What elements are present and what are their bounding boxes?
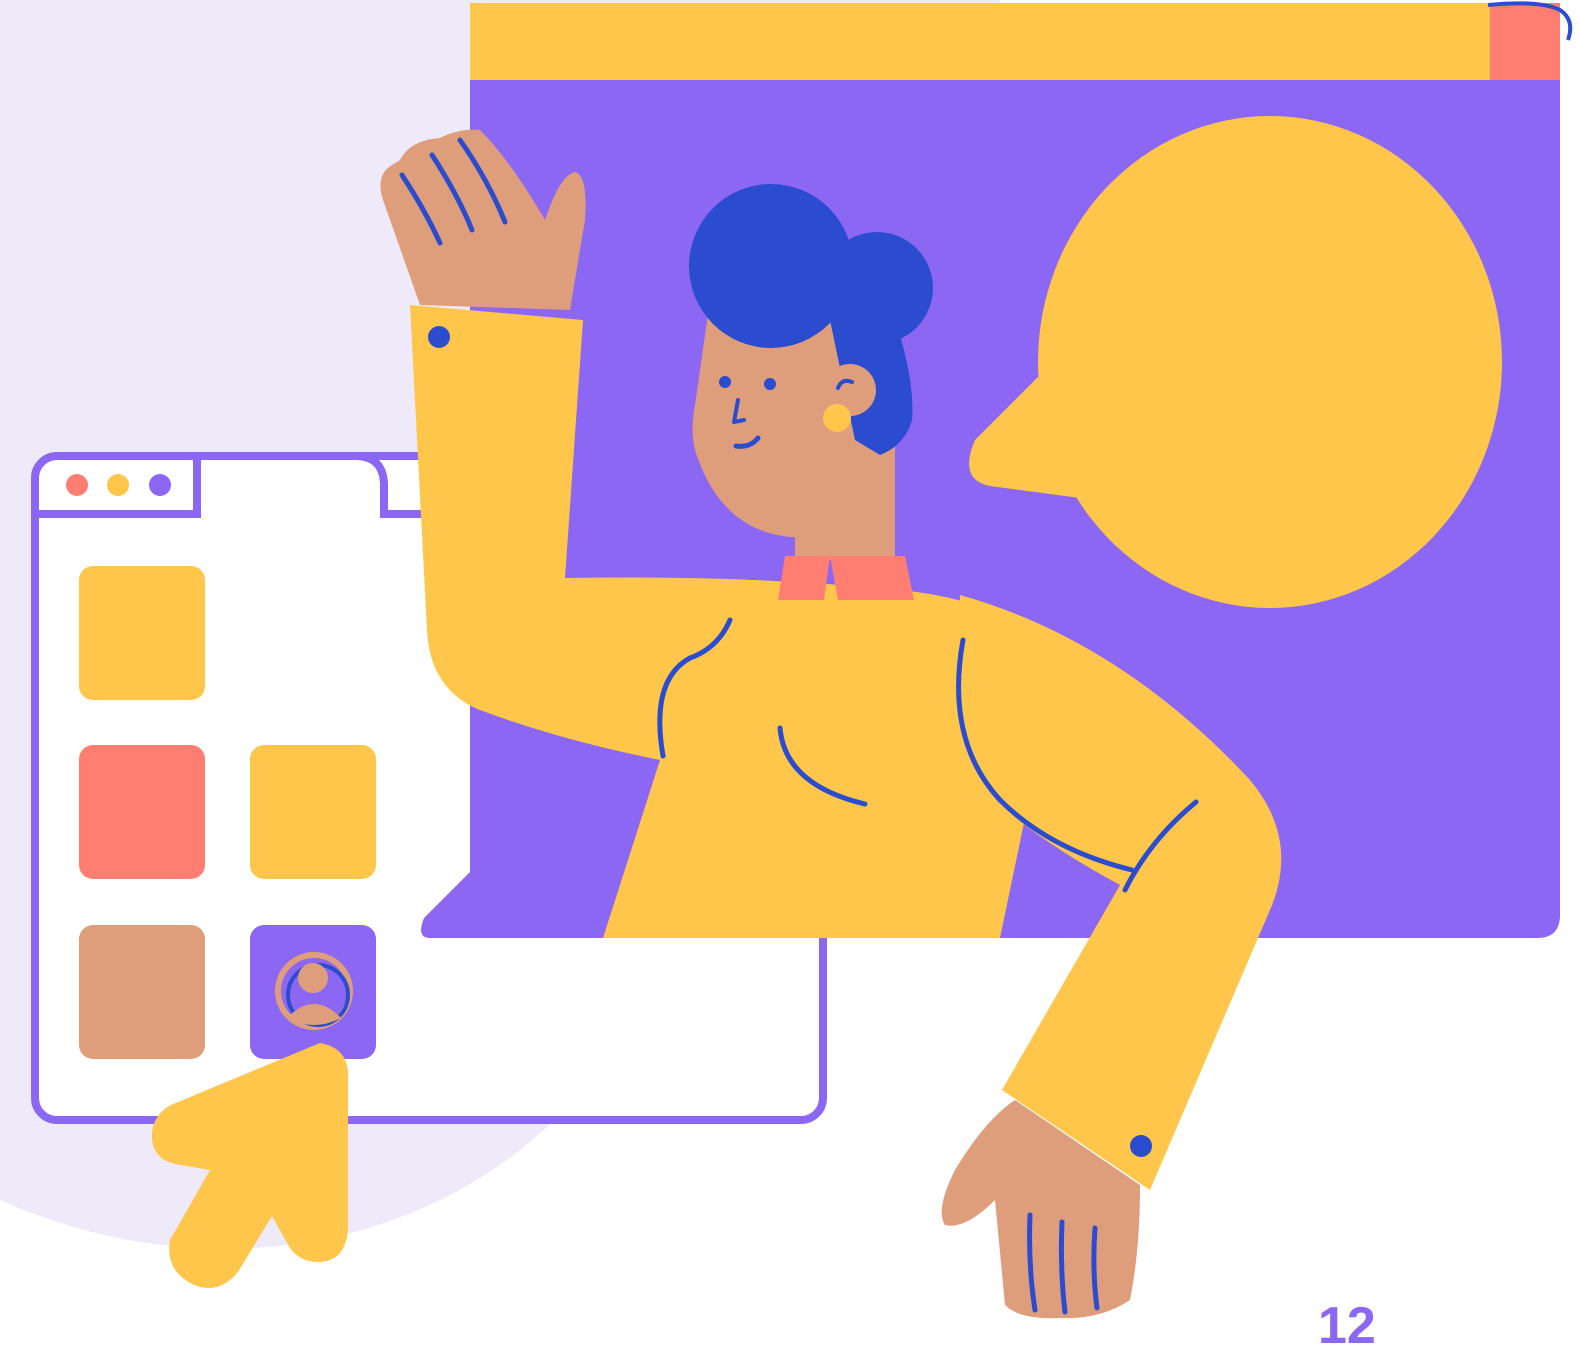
app-tile-yellow[interactable] <box>250 745 376 879</box>
cuff-button <box>1130 1135 1152 1157</box>
large-window-titlebar <box>470 3 1490 80</box>
large-window-close-tab[interactable] <box>1490 3 1560 80</box>
window-dot-yellow-icon <box>107 474 129 496</box>
collar-right <box>830 556 914 600</box>
earring <box>823 404 851 432</box>
eye-right <box>764 378 776 390</box>
app-tile-coral[interactable] <box>79 745 205 879</box>
sleeve-button <box>428 326 450 348</box>
window-dot-coral-icon <box>66 474 88 496</box>
illustration <box>0 0 1573 1319</box>
page-number: 12 <box>1318 1297 1376 1355</box>
eye-left <box>719 376 731 388</box>
user-avatar-icon <box>275 952 353 1030</box>
app-tile-yellow-top[interactable] <box>79 566 205 700</box>
app-tile-tan[interactable] <box>79 925 205 1059</box>
window-dot-purple-icon <box>149 474 171 496</box>
collar-left <box>778 556 830 600</box>
